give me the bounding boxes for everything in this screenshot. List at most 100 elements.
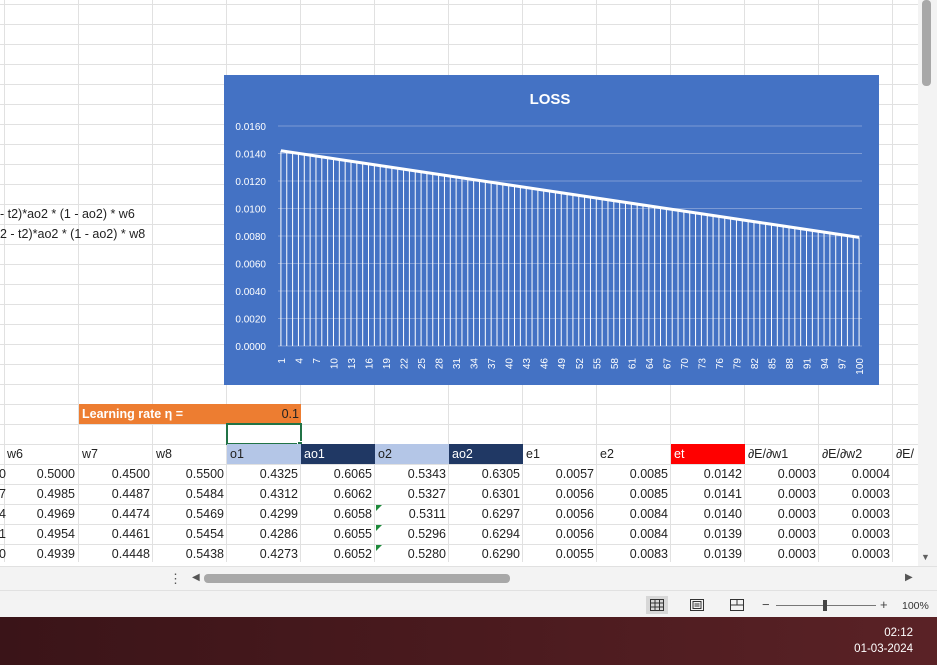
table-cell[interactable]: 0.6294: [449, 524, 523, 544]
scroll-left-icon[interactable]: ◀: [192, 572, 200, 583]
table-cell[interactable]: 0.0056: [523, 484, 597, 504]
table-cell[interactable]: 0.0055: [523, 544, 597, 562]
table-cell[interactable]: 0.5296: [375, 524, 449, 544]
table-cell[interactable]: 0.6052: [301, 544, 375, 562]
page-layout-view-button[interactable]: [686, 596, 708, 614]
table-cell[interactable]: 0.5469: [153, 504, 227, 524]
table-cell[interactable]: 0.4448: [79, 544, 153, 562]
table-cell[interactable]: 0.0004: [819, 464, 893, 484]
table-cell[interactable]: 0.0003: [819, 524, 893, 544]
table-cell[interactable]: 0.4461: [79, 524, 153, 544]
table-cell[interactable]: 0.0085: [597, 464, 671, 484]
column-header[interactable]: w7: [79, 444, 153, 464]
x-tick-label: 100: [855, 358, 866, 375]
table-cell[interactable]: 0.4969: [4, 504, 78, 524]
normal-view-button[interactable]: [646, 596, 668, 614]
table-cell[interactable]: 0.4299: [227, 504, 301, 524]
column-header[interactable]: o1: [227, 444, 301, 464]
column-header[interactable]: et: [671, 444, 745, 464]
table-cell[interactable]: 0.0084: [597, 524, 671, 544]
table-cell[interactable]: 0.5454: [153, 524, 227, 544]
y-tick-label: 0.0160: [235, 122, 266, 133]
table-cell[interactable]: 0.0003: [745, 504, 819, 524]
column-header[interactable]: ao2: [449, 444, 523, 464]
column-header[interactable]: ∂E/: [893, 444, 918, 464]
table-cell[interactable]: 0.5438: [153, 544, 227, 562]
x-tick-label: 97: [838, 358, 849, 370]
table-cell[interactable]: 0.0003: [745, 464, 819, 484]
table-cell[interactable]: 0.0003: [819, 544, 893, 562]
table-cell[interactable]: 0.6301: [449, 484, 523, 504]
x-tick-label: 85: [767, 358, 778, 370]
worksheet-grid[interactable]: - t2)*ao2 * (1 - ao2) * w6 2 - t2)*ao2 *…: [0, 0, 918, 562]
column-header[interactable]: ∂E/∂w1: [745, 444, 819, 464]
table-cell[interactable]: 0.6062: [301, 484, 375, 504]
table-cell[interactable]: 0.6290: [449, 544, 523, 562]
table-cell[interactable]: 0.4487: [79, 484, 153, 504]
table-cell[interactable]: 0.0140: [671, 504, 745, 524]
horizontal-scroll-thumb[interactable]: [204, 574, 510, 583]
table-cell[interactable]: 0.0142: [671, 464, 745, 484]
table-cell[interactable]: 0.4954: [4, 524, 78, 544]
table-cell[interactable]: 0.6055: [301, 524, 375, 544]
table-cell[interactable]: 0.4286: [227, 524, 301, 544]
table-cell[interactable]: 0.5327: [375, 484, 449, 504]
table-cell[interactable]: 0.6065: [301, 464, 375, 484]
clock-time[interactable]: 02:12: [884, 627, 913, 639]
table-cell[interactable]: 0.0003: [745, 484, 819, 504]
table-cell[interactable]: 0.6058: [301, 504, 375, 524]
table-cell[interactable]: 0.0083: [597, 544, 671, 562]
zoom-level[interactable]: 100%: [902, 600, 929, 612]
zoom-in-button[interactable]: +: [880, 597, 888, 612]
table-cell[interactable]: 0.0003: [745, 524, 819, 544]
table-cell[interactable]: 0.0139: [671, 544, 745, 562]
table-cell[interactable]: 0.5311: [375, 504, 449, 524]
clock-date[interactable]: 01-03-2024: [854, 643, 913, 655]
column-header[interactable]: e2: [597, 444, 671, 464]
table-cell[interactable]: 0.5484: [153, 484, 227, 504]
table-cell[interactable]: 0.5500: [153, 464, 227, 484]
more-options-icon[interactable]: ⋮: [169, 571, 182, 587]
learning-rate-value[interactable]: 0.1: [227, 404, 301, 424]
table-cell[interactable]: 0.5280: [375, 544, 449, 562]
vertical-scroll-thumb[interactable]: [922, 0, 931, 86]
table-cell[interactable]: 0.0003: [745, 544, 819, 562]
table-cell[interactable]: 0.5000: [4, 464, 78, 484]
y-tick-label: 0.0080: [235, 232, 266, 243]
zoom-out-button[interactable]: −: [762, 597, 770, 612]
page-break-view-button[interactable]: [726, 596, 748, 614]
column-header[interactable]: o2: [375, 444, 449, 464]
table-cell[interactable]: 0.4939: [4, 544, 78, 562]
table-cell[interactable]: 0.0003: [819, 484, 893, 504]
table-cell[interactable]: 0.4325: [227, 464, 301, 484]
x-tick-label: 58: [610, 358, 621, 370]
column-header[interactable]: w8: [153, 444, 227, 464]
selected-cell[interactable]: [226, 423, 302, 445]
table-cell[interactable]: 0.0003: [819, 504, 893, 524]
zoom-slider-thumb[interactable]: [823, 600, 827, 611]
table-cell[interactable]: 0.0084: [597, 504, 671, 524]
column-header[interactable]: w6: [4, 444, 78, 464]
table-cell[interactable]: 0.4312: [227, 484, 301, 504]
table-cell[interactable]: 0.4273: [227, 544, 301, 562]
column-header[interactable]: ao1: [301, 444, 375, 464]
table-cell[interactable]: 0.0057: [523, 464, 597, 484]
table-cell[interactable]: 0.0056: [523, 524, 597, 544]
scroll-right-icon[interactable]: ▶: [905, 572, 913, 583]
table-cell[interactable]: 0.6297: [449, 504, 523, 524]
column-header[interactable]: ∂E/∂w2: [819, 444, 893, 464]
table-cell[interactable]: 0.0139: [671, 524, 745, 544]
table-cell[interactable]: 0.0085: [597, 484, 671, 504]
learning-rate-label[interactable]: Learning rate η =: [79, 404, 227, 424]
x-tick-label: 43: [522, 358, 533, 370]
table-cell[interactable]: 0.6305: [449, 464, 523, 484]
table-cell[interactable]: 0.4474: [79, 504, 153, 524]
table-cell[interactable]: 0.4985: [4, 484, 78, 504]
table-cell[interactable]: 0.0141: [671, 484, 745, 504]
table-cell[interactable]: 0.0056: [523, 504, 597, 524]
loss-chart[interactable]: LOSS 0.0000 0.0020 0.0040 0.0060 0.0080 0.0100…: [224, 75, 879, 385]
table-cell[interactable]: 0.4500: [79, 464, 153, 484]
table-cell[interactable]: 0.5343: [375, 464, 449, 484]
column-header[interactable]: e1: [523, 444, 597, 464]
scroll-down-icon[interactable]: ▼: [921, 552, 930, 562]
